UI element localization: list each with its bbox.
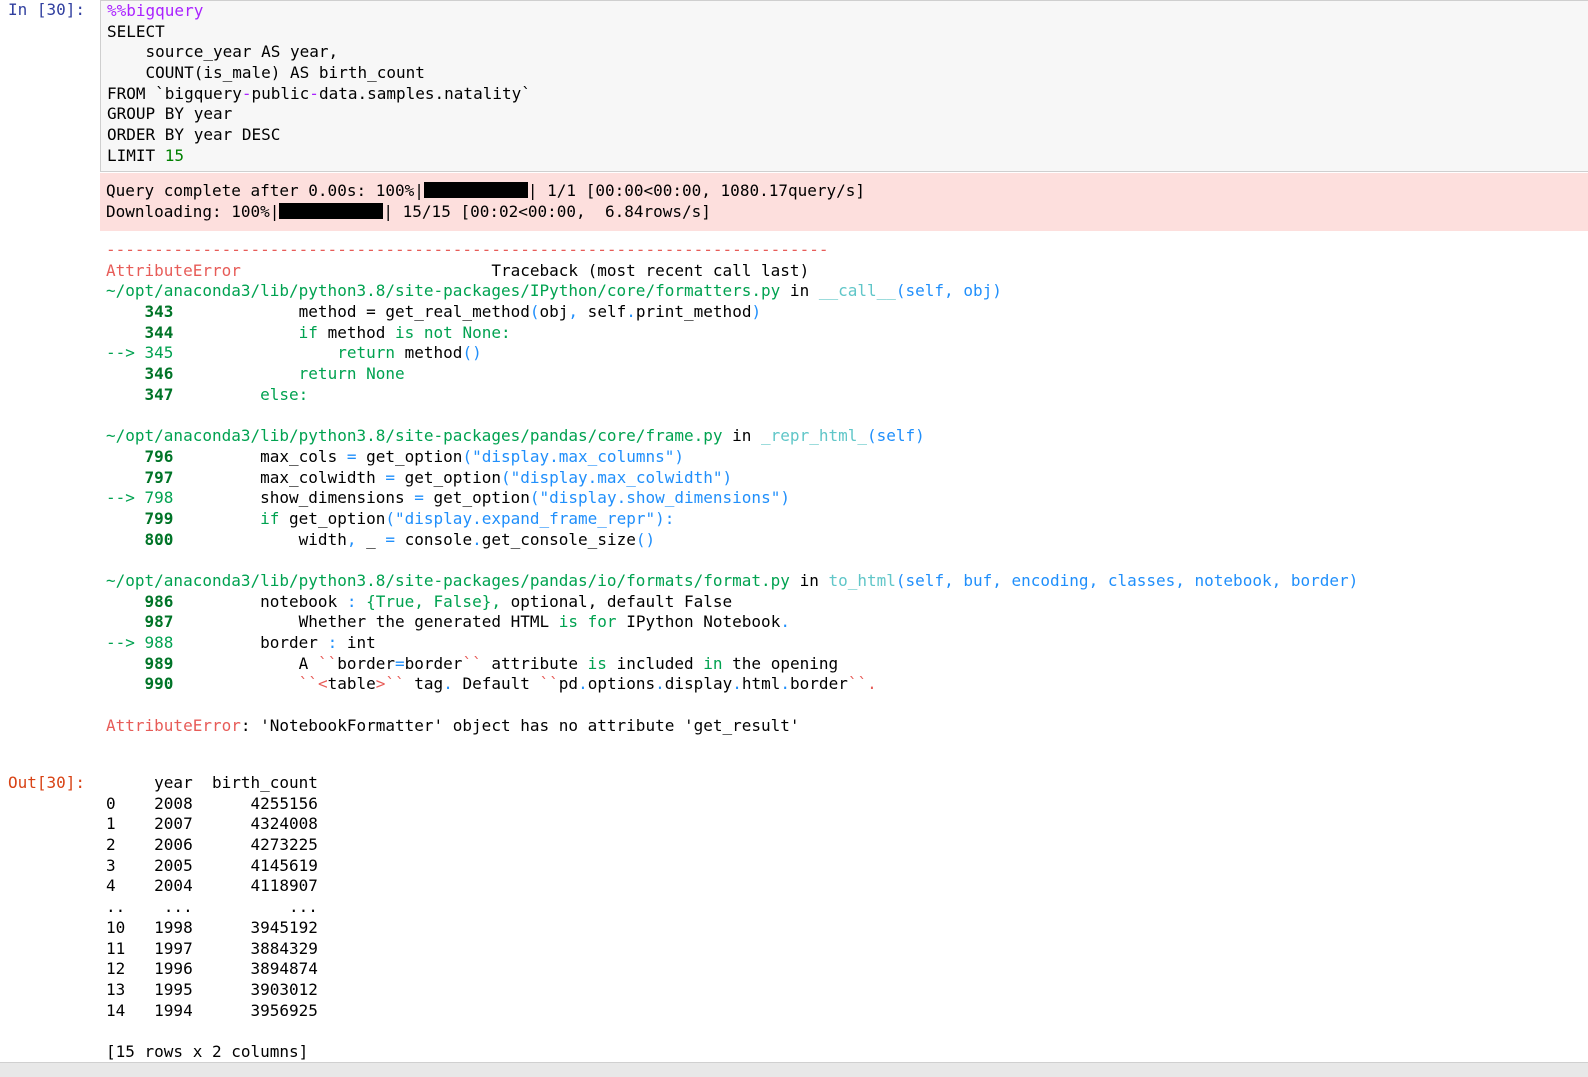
code-line-7: LIMIT 15 — [107, 145, 185, 165]
frame2-line-797: 797 max_colwidth = get_option("display.m… — [106, 467, 733, 487]
traceback-header: AttributeError Traceback (most recent ca… — [106, 260, 810, 280]
frame2-line-798: --> 798 show_dimensions = get_option("di… — [106, 488, 790, 508]
frame1-path-line: ~/opt/anaconda3/lib/python3.8/site-packa… — [106, 281, 1002, 301]
code-line-3: COUNT(is_male) AS birth_count — [107, 63, 425, 83]
in-prompt: In [30]: — [8, 0, 86, 19]
code-line-5: GROUP BY year — [107, 104, 233, 124]
frame2-path-line: ~/opt/anaconda3/lib/python3.8/site-packa… — [106, 426, 925, 446]
frame1-line-345: --> 345 return method() — [106, 343, 482, 363]
dataframe-row: 13 1995 3903012 — [106, 979, 318, 999]
download-progress-bar — [279, 202, 384, 219]
out-prompt: Out[30]: — [8, 773, 86, 792]
bottom-scroll-strip — [0, 1062, 1588, 1077]
frame2-line-799: 799 if get_option("display.expand_frame_… — [106, 508, 675, 528]
dataframe-footer: [15 rows x 2 columns] — [106, 1041, 309, 1061]
frame3-line-987: 987 Whether the generated HTML is for IP… — [106, 612, 790, 632]
frame3-line-988: --> 988 border : int — [106, 633, 376, 653]
frame1-line-344: 344 if method is not None: — [106, 322, 511, 342]
dataframe-row: 4 2004 4118907 — [106, 876, 318, 896]
download-progress-line: Downloading: 100%| | 15/15 [00:02<00:00, … — [106, 201, 711, 221]
query-progress-bar — [423, 182, 528, 198]
dataframe-row: 10 1998 3945192 — [106, 917, 318, 937]
dataframe-rows: 0 2008 4255156 1 2007 4324008 2 2006 42732… — [106, 794, 506, 1022]
dataframe-row: 1 2007 4324008 — [106, 814, 318, 834]
frame3-line-986: 986 notebook : {True, False}, optional, … — [106, 591, 733, 611]
dataframe-row: 14 1994 3956925 — [106, 1000, 318, 1020]
dataframe-row: .. ... ... — [106, 897, 318, 917]
traceback-dashes: ----------------------------------------… — [106, 240, 829, 259]
frame2-line-796: 796 max_cols = get_option("display.max_c… — [106, 446, 684, 466]
dataframe-header: year birth_count — [106, 773, 318, 792]
code-line-4: FROM `bigquery-public-data.samples.natal… — [107, 83, 531, 103]
frame3-line-989: 989 A ``border=border`` attribute is inc… — [106, 653, 839, 673]
frame3-line-990: 990 ``<table>`` tag. Default ``pd.option… — [106, 674, 877, 694]
code-line-2: source_year AS year, — [107, 42, 339, 62]
frame1-line-346: 346 return None — [106, 364, 405, 384]
frame1-line-347: 347 else: — [106, 384, 309, 404]
dataframe-row: 12 1996 3894874 — [106, 959, 318, 979]
final-error-line: AttributeError: 'NotebookFormatter' obje… — [106, 715, 800, 735]
frame3-path-line: ~/opt/anaconda3/lib/python3.8/site-packa… — [106, 571, 1359, 590]
dataframe-row: 11 1997 3884329 — [106, 938, 318, 958]
code-line-1: SELECT — [107, 21, 165, 41]
code-line-6: ORDER BY year DESC — [107, 125, 281, 145]
dataframe-row: 0 2008 4255156 — [106, 793, 318, 813]
frame2-line-800: 800 width, _ = console.get_console_size(… — [106, 529, 656, 549]
dataframe-output: year birth_count 0 2008 4255156 1 2007 43… — [106, 773, 506, 1063]
frame1-line-343: 343 method = get_real_method(obj, self.p… — [106, 302, 762, 322]
stderr-output: Query complete after 0.00s: 100%| | 1/1 [… — [100, 173, 1588, 231]
traceback-output: ----------------------------------------… — [106, 240, 1576, 737]
code-line-magic: %%bigquery — [107, 1, 204, 20]
dataframe-row: 2 2006 4273225 — [106, 835, 318, 855]
code-cell-editor[interactable]: %%bigquery SELECT source_year AS year, C… — [100, 0, 1588, 172]
query-progress-line: Query complete after 0.00s: 100%| | 1/1 [… — [106, 181, 866, 200]
dataframe-row: 3 2005 4145619 — [106, 855, 318, 875]
